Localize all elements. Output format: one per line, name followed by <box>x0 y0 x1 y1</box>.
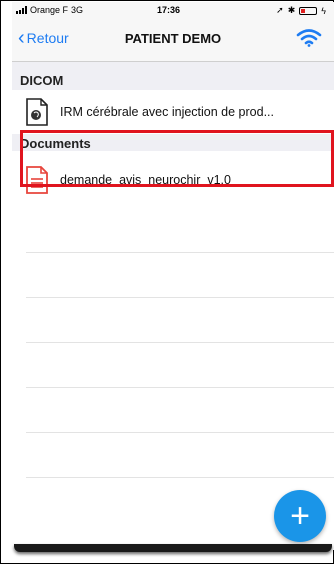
device-bezel <box>14 544 332 552</box>
status-left: Orange F 3G <box>16 5 83 15</box>
section-header-dicom: DICOM <box>12 62 334 90</box>
status-right: ➚ ✱ ϟ <box>276 5 326 16</box>
dicom-item-label: IRM cérébrale avec injection de prod... <box>60 105 274 119</box>
empty-row <box>26 343 334 388</box>
wifi-icon[interactable] <box>296 29 322 47</box>
phone-screen: Orange F 3G 17:36 ➚ ✱ ϟ ‹ Retour PATIENT… <box>12 2 334 550</box>
empty-row <box>26 388 334 433</box>
empty-row <box>26 208 334 253</box>
empty-row <box>26 253 334 298</box>
charging-icon: ϟ <box>321 5 326 16</box>
status-time: 17:36 <box>157 5 181 15</box>
network-type: 3G <box>71 5 84 15</box>
dicom-file-icon <box>26 98 48 126</box>
page-title: PATIENT DEMO <box>124 31 222 46</box>
carrier-name: Orange F <box>30 5 69 15</box>
empty-row <box>26 298 334 343</box>
selection-highlight <box>20 130 334 187</box>
location-icon: ➚ <box>276 5 284 15</box>
bluetooth-icon: ✱ <box>287 5 296 15</box>
signal-icon <box>16 6 27 14</box>
navigation-bar: ‹ Retour PATIENT DEMO <box>12 18 334 62</box>
status-bar: Orange F 3G 17:36 ➚ ✱ ϟ <box>12 2 334 18</box>
plus-icon: + <box>290 497 310 535</box>
empty-row <box>26 433 334 478</box>
add-button[interactable]: + <box>274 490 326 542</box>
list-item-dicom[interactable]: IRM cérébrale avec injection de prod... <box>12 90 334 134</box>
battery-icon <box>299 6 318 15</box>
